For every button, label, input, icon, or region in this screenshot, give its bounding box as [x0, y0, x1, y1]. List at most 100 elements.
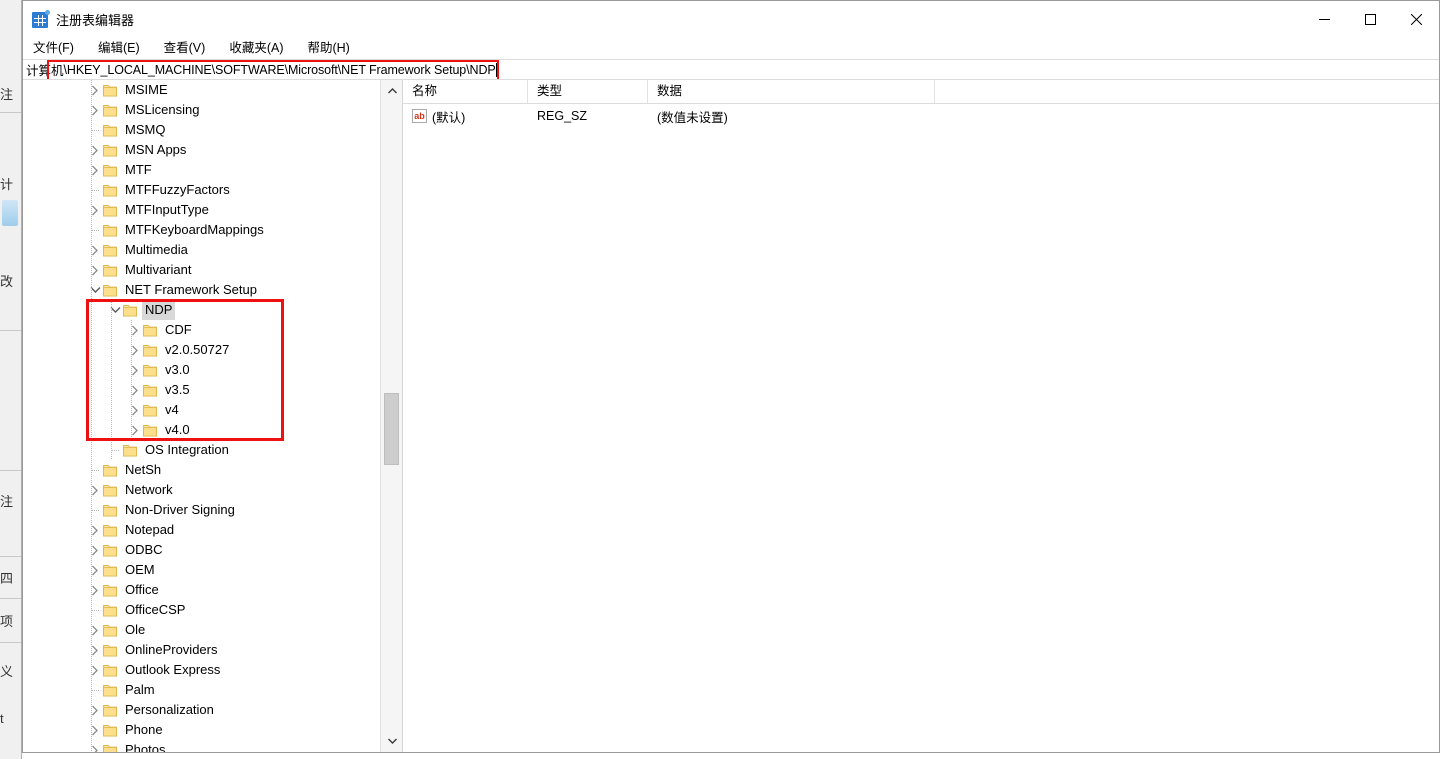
- column-header-name[interactable]: 名称: [403, 80, 528, 103]
- tree-item-personalization[interactable]: Personalization: [23, 700, 380, 720]
- registry-tree-pane[interactable]: MSIME MSLicensing MSMQ MSN Apps MTF MTFFuzzyF…: [23, 80, 403, 752]
- tree-guide-line: [91, 240, 92, 260]
- column-header-data[interactable]: 数据: [648, 80, 935, 103]
- folder-icon: [103, 704, 117, 717]
- tree-item-cdf[interactable]: CDF: [23, 320, 380, 340]
- tree-item-palm[interactable]: Palm: [23, 680, 380, 700]
- tree-item-multivariant[interactable]: Multivariant: [23, 260, 380, 280]
- chevron-right-icon[interactable]: [87, 200, 103, 220]
- chevron-right-icon[interactable]: [127, 360, 143, 380]
- tree-item-msn-apps[interactable]: MSN Apps: [23, 140, 380, 160]
- tree-item-notepad[interactable]: Notepad: [23, 520, 380, 540]
- tree-item-ole[interactable]: Ole: [23, 620, 380, 640]
- folder-icon: [103, 484, 117, 497]
- tree-item-non-driver-signing[interactable]: Non-Driver Signing: [23, 500, 380, 520]
- tree-item-netsh[interactable]: NetSh: [23, 460, 380, 480]
- tree-item-label: NDP: [142, 300, 176, 320]
- tree-elbow-line: [92, 190, 99, 191]
- chevron-right-icon[interactable]: [87, 740, 103, 752]
- chevron-right-icon[interactable]: [127, 400, 143, 420]
- chevron-down-icon[interactable]: [87, 280, 103, 300]
- tree-item-label: Photos: [125, 742, 166, 752]
- background-window[interactable]: 注 计 改 注 四 项 义 t: [0, 0, 22, 759]
- tree-item-officecsp[interactable]: OfficeCSP: [23, 600, 380, 620]
- chevron-down-icon[interactable]: [107, 300, 123, 320]
- chevron-right-icon[interactable]: [87, 140, 103, 160]
- folder-icon: [103, 604, 117, 617]
- tree-elbow-line: [92, 690, 99, 691]
- value-list-row[interactable]: ab (默认) REG_SZ (数值未设置): [403, 104, 1439, 128]
- string-value-icon: ab: [412, 109, 427, 123]
- chevron-right-icon[interactable]: [87, 660, 103, 680]
- folder-icon: [123, 444, 137, 457]
- chevron-right-icon[interactable]: [127, 380, 143, 400]
- chevron-right-icon[interactable]: [87, 240, 103, 260]
- tree-item-v4[interactable]: v4: [23, 400, 380, 420]
- address-path[interactable]: \HKEY_LOCAL_MACHINE\SOFTWARE\Microsoft\N…: [64, 63, 496, 77]
- tree-item-v3-0[interactable]: v3.0: [23, 360, 380, 380]
- chevron-right-icon[interactable]: [87, 580, 103, 600]
- tree-item-mtffuzzyfactors[interactable]: MTFFuzzyFactors: [23, 180, 380, 200]
- chevron-right-icon[interactable]: [87, 720, 103, 740]
- chevron-right-icon[interactable]: [127, 420, 143, 440]
- menu-item-view[interactable]: 查看(V): [164, 38, 217, 59]
- title-bar[interactable]: 注册表编辑器: [23, 1, 1439, 38]
- chevron-right-icon[interactable]: [87, 80, 103, 100]
- tree-scrollbar[interactable]: [380, 80, 402, 752]
- tree-item-photos[interactable]: Photos: [23, 740, 380, 752]
- tree-item-os-integration[interactable]: OS Integration: [23, 440, 380, 460]
- menu-item-help[interactable]: 帮助(H): [307, 38, 360, 59]
- tree-item-label: v3.5: [165, 382, 190, 397]
- tree-item-mtfkeyboardmappings[interactable]: MTFKeyboardMappings: [23, 220, 380, 240]
- tree-item-msime[interactable]: MSIME: [23, 80, 380, 100]
- tree-item-mtfinputtype[interactable]: MTFInputType: [23, 200, 380, 220]
- tree-elbow-line: [92, 470, 99, 471]
- chevron-right-icon[interactable]: [87, 100, 103, 120]
- address-bar[interactable]: 计算机 \HKEY_LOCAL_MACHINE\SOFTWARE\Microso…: [23, 59, 1439, 80]
- tree-item-office[interactable]: Office: [23, 580, 380, 600]
- tree-item-phone[interactable]: Phone: [23, 720, 380, 740]
- tree-item-label: v2.0.50727: [165, 342, 230, 357]
- value-name-cell: ab (默认): [403, 107, 528, 126]
- scroll-up-icon[interactable]: [381, 80, 402, 102]
- menu-item-edit[interactable]: 编辑(E): [98, 38, 151, 59]
- chevron-right-icon[interactable]: [87, 480, 103, 500]
- tree-item-ndp[interactable]: NDP: [23, 300, 380, 320]
- tree-guide-line: [91, 260, 92, 280]
- chevron-right-icon[interactable]: [87, 160, 103, 180]
- tree-item-v3-5[interactable]: v3.5: [23, 380, 380, 400]
- chevron-right-icon[interactable]: [87, 540, 103, 560]
- chevron-right-icon[interactable]: [127, 340, 143, 360]
- tree-item-mslicensing[interactable]: MSLicensing: [23, 100, 380, 120]
- column-header-type[interactable]: 类型: [528, 80, 648, 103]
- maximize-icon[interactable]: [1347, 1, 1393, 38]
- tree-item-oem[interactable]: OEM: [23, 560, 380, 580]
- tree-item-msmq[interactable]: MSMQ: [23, 120, 380, 140]
- registry-tree[interactable]: MSIME MSLicensing MSMQ MSN Apps MTF MTFFuzzyF…: [23, 80, 380, 752]
- menu-item-favorites[interactable]: 收藏夹(A): [229, 38, 294, 59]
- close-icon[interactable]: [1393, 1, 1439, 38]
- tree-item-odbc[interactable]: ODBC: [23, 540, 380, 560]
- chevron-right-icon[interactable]: [87, 640, 103, 660]
- tree-item-outlook-express[interactable]: Outlook Express: [23, 660, 380, 680]
- tree-guide-line: [91, 740, 92, 752]
- tree-item-v2-0-50727[interactable]: v2.0.50727: [23, 340, 380, 360]
- tree-scrollbar-thumb[interactable]: [384, 393, 399, 465]
- tree-item-mtf[interactable]: MTF: [23, 160, 380, 180]
- chevron-right-icon[interactable]: [127, 320, 143, 340]
- chevron-right-icon[interactable]: [87, 700, 103, 720]
- minimize-icon[interactable]: [1301, 1, 1347, 38]
- tree-item-network[interactable]: Network: [23, 480, 380, 500]
- registry-value-list-pane[interactable]: 名称 类型 数据 ab (默认) REG_SZ (数值未设置): [403, 80, 1439, 752]
- tree-item-net-framework-setup[interactable]: NET Framework Setup: [23, 280, 380, 300]
- tree-item-multimedia[interactable]: Multimedia: [23, 240, 380, 260]
- tree-item-v4-0[interactable]: v4.0: [23, 420, 380, 440]
- scroll-down-icon[interactable]: [381, 730, 402, 752]
- chevron-right-icon[interactable]: [87, 560, 103, 580]
- tree-item-label: Ole: [125, 622, 146, 637]
- tree-item-onlineproviders[interactable]: OnlineProviders: [23, 640, 380, 660]
- menu-item-file[interactable]: 文件(F): [33, 38, 85, 59]
- chevron-right-icon[interactable]: [87, 260, 103, 280]
- chevron-right-icon[interactable]: [87, 620, 103, 640]
- chevron-right-icon[interactable]: [87, 520, 103, 540]
